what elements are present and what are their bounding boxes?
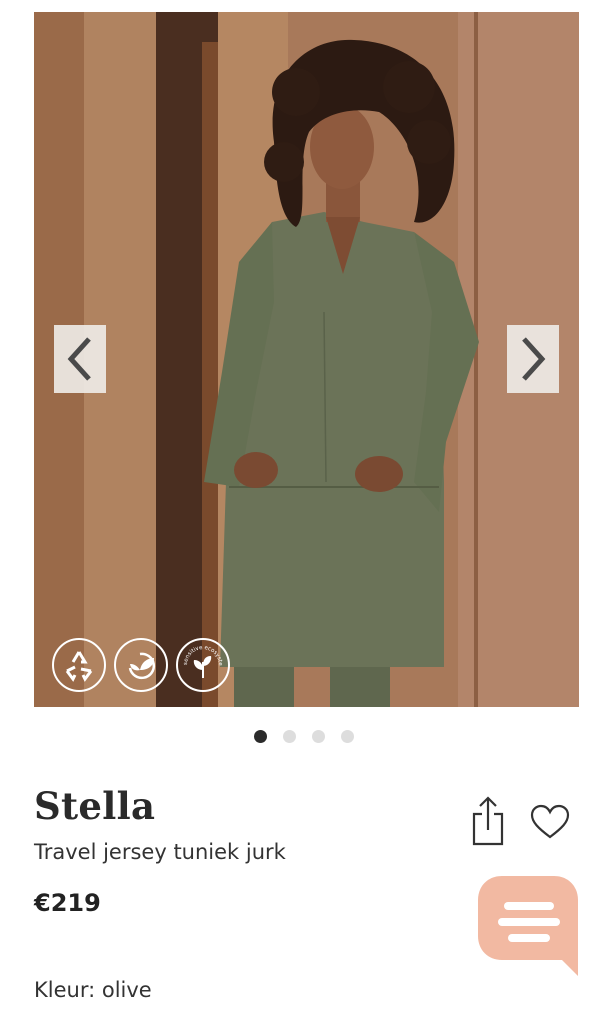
heart-icon [530, 804, 570, 839]
product-color: Kleur: olive [34, 978, 152, 1002]
product-price: €219 [34, 889, 101, 917]
product-title: Stella [34, 784, 156, 828]
pagination-dot-1[interactable] [254, 730, 267, 743]
share-button[interactable] [466, 794, 510, 848]
leaf-circle-icon [114, 638, 168, 692]
chat-bubble-icon [478, 876, 578, 976]
sensitive-ecosystem-icon: sensitive ecosystem [176, 638, 230, 692]
chevron-left-icon [67, 337, 91, 381]
favorite-button[interactable] [528, 800, 572, 844]
gallery-pagination [254, 730, 354, 743]
chat-button[interactable] [478, 876, 586, 980]
product-photo [34, 12, 579, 707]
pagination-dot-2[interactable] [283, 730, 296, 743]
product-subtitle: Travel jersey tuniek jurk [34, 840, 286, 864]
recycle-icon [52, 638, 106, 692]
pagination-dot-4[interactable] [341, 730, 354, 743]
svg-text:sensitive ecosystem: sensitive ecosystem [178, 640, 223, 666]
pagination-dot-3[interactable] [312, 730, 325, 743]
gallery-prev-button[interactable] [54, 325, 106, 393]
gallery-next-button[interactable] [507, 325, 559, 393]
chevron-right-icon [522, 337, 546, 381]
sustainability-badges: sensitive ecosystem [52, 638, 230, 692]
product-image-gallery[interactable]: sensitive ecosystem [34, 12, 579, 707]
share-icon [472, 796, 504, 846]
